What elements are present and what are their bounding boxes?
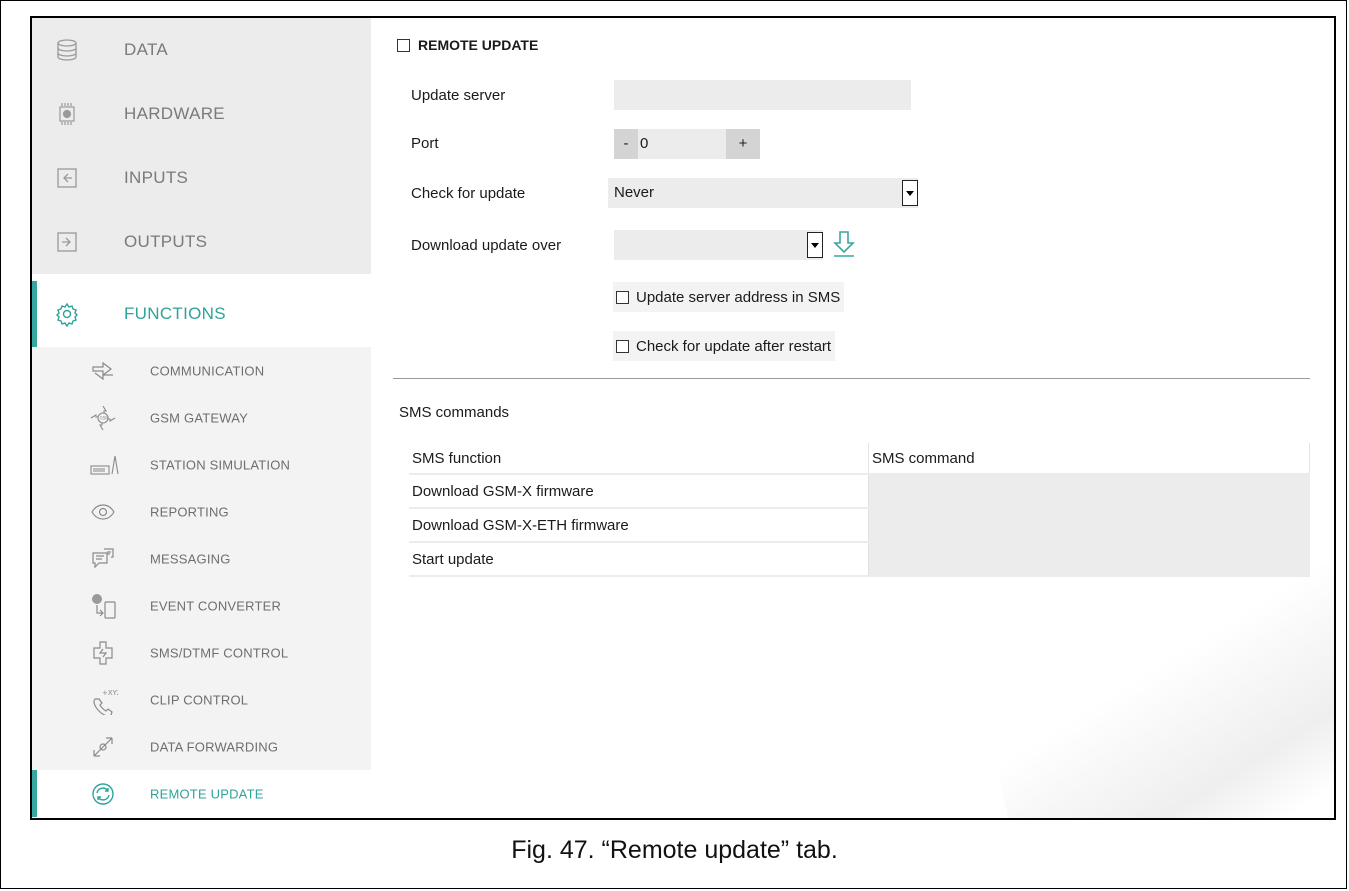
sms-commands-title: SMS commands bbox=[399, 404, 510, 421]
sms-command-cell[interactable] bbox=[868, 474, 1310, 509]
chevron-down-icon[interactable] bbox=[807, 232, 823, 258]
sidebar-item-communication[interactable]: COMMUNICATION bbox=[32, 347, 371, 394]
sidebar-item-remote-update[interactable]: REMOTE UPDATE bbox=[32, 770, 371, 817]
restart-check-checkbox[interactable] bbox=[616, 339, 629, 353]
update-server-input[interactable] bbox=[614, 80, 911, 110]
sms-address-checkbox-row[interactable]: Update server address in SMS bbox=[613, 282, 845, 312]
active-indicator bbox=[32, 770, 37, 817]
sidebar-item-outputs[interactable]: OUTPUTS bbox=[32, 210, 371, 274]
input-icon bbox=[54, 165, 80, 191]
sms-address-label: Update server address in SMS bbox=[636, 288, 841, 306]
sms-function-cell: Download GSM-X-ETH firmware bbox=[409, 508, 869, 543]
event-converter-icon bbox=[90, 593, 116, 619]
port-decrement-button[interactable]: - bbox=[614, 129, 638, 159]
sidebar-item-sms-dtmf-control[interactable]: SMS/DTMF CONTROL bbox=[32, 629, 371, 676]
svg-text:GSM: GSM bbox=[100, 415, 110, 420]
remote-update-header[interactable]: REMOTE UPDATE bbox=[397, 37, 538, 53]
section-title: REMOTE UPDATE bbox=[418, 37, 539, 53]
sidebar-item-hardware[interactable]: HARDWARE bbox=[32, 82, 371, 146]
check-for-update-label: Check for update bbox=[411, 185, 526, 202]
sidebar-item-label: DATA bbox=[124, 40, 169, 59]
remote-update-checkbox[interactable] bbox=[397, 38, 410, 52]
database-icon bbox=[54, 37, 80, 63]
gear-icon bbox=[54, 301, 80, 327]
main-content: REMOTE UPDATE Update server Port - 0 + C… bbox=[371, 18, 1334, 818]
eye-icon bbox=[90, 499, 116, 525]
chip-icon bbox=[54, 101, 80, 127]
sidebar-item-label: INPUTS bbox=[124, 168, 189, 187]
refresh-icon bbox=[90, 781, 116, 807]
sidebar-item-event-converter[interactable]: EVENT CONVERTER bbox=[32, 582, 371, 629]
port-label: Port bbox=[411, 135, 439, 152]
sidebar-item-label: REPORTING bbox=[150, 504, 229, 519]
port-increment-button[interactable]: + bbox=[726, 129, 760, 159]
chevron-down-icon[interactable] bbox=[902, 180, 918, 206]
sidebar-item-reporting[interactable]: REPORTING bbox=[32, 488, 371, 535]
sidebar-item-label: OUTPUTS bbox=[124, 232, 208, 251]
sidebar-item-label: STATION SIMULATION bbox=[150, 457, 291, 472]
divider bbox=[393, 378, 1310, 379]
sms-command-cell[interactable] bbox=[868, 508, 1310, 543]
sidebar-item-functions[interactable]: FUNCTIONS bbox=[32, 281, 371, 347]
table-row: Download GSM-X firmware bbox=[409, 474, 1310, 509]
sms-address-checkbox[interactable] bbox=[616, 290, 629, 304]
restart-check-checkbox-row[interactable]: Check for update after restart bbox=[613, 331, 836, 361]
sidebar-item-label: SMS/DTMF CONTROL bbox=[150, 645, 289, 660]
sidebar: DATA HARDWARE INPUTS OUTPUTS FUNCTIONS C… bbox=[32, 18, 371, 818]
download-arrow-icon[interactable] bbox=[832, 230, 856, 258]
restart-check-label: Check for update after restart bbox=[636, 337, 832, 355]
download-update-select[interactable] bbox=[614, 230, 823, 260]
data-forwarding-icon bbox=[90, 734, 116, 760]
sms-function-cell: Start update bbox=[409, 542, 869, 577]
clip-control-icon: +XYZ bbox=[90, 687, 118, 715]
sidebar-item-label: HARDWARE bbox=[124, 104, 225, 123]
message-icon bbox=[90, 546, 116, 572]
sidebar-item-label: GSM GATEWAY bbox=[150, 410, 249, 425]
sidebar-item-label: MESSAGING bbox=[150, 551, 231, 566]
sidebar-item-inputs[interactable]: INPUTS bbox=[32, 146, 371, 210]
gsm-gateway-icon: GSM bbox=[90, 405, 116, 431]
sidebar-item-data[interactable]: DATA bbox=[32, 18, 371, 82]
output-icon bbox=[54, 229, 80, 255]
app-window: DATA HARDWARE INPUTS OUTPUTS FUNCTIONS C… bbox=[30, 16, 1336, 820]
sidebar-item-clip-control[interactable]: +XYZ CLIP CONTROL bbox=[32, 676, 371, 723]
communication-icon bbox=[90, 358, 116, 384]
sidebar-item-label: FUNCTIONS bbox=[124, 304, 226, 323]
sidebar-item-label: EVENT CONVERTER bbox=[150, 598, 282, 613]
figure-caption: Fig. 47. “Remote update” tab. bbox=[511, 836, 838, 864]
svg-text:+XYZ: +XYZ bbox=[102, 689, 118, 697]
check-for-update-select[interactable]: Never bbox=[608, 178, 918, 208]
download-update-label: Download update over bbox=[411, 237, 562, 254]
table-header-row: SMS function SMS command bbox=[409, 443, 1310, 475]
sms-command-cell[interactable] bbox=[868, 542, 1310, 577]
sidebar-item-messaging[interactable]: MESSAGING bbox=[32, 535, 371, 582]
sidebar-item-label: DATA FORWARDING bbox=[150, 739, 279, 754]
sidebar-item-label: REMOTE UPDATE bbox=[150, 786, 264, 801]
sidebar-item-gsm-gateway[interactable]: GSM GSM GATEWAY bbox=[32, 394, 371, 441]
sidebar-item-data-forwarding[interactable]: DATA FORWARDING bbox=[32, 723, 371, 770]
sms-function-cell: Download GSM-X firmware bbox=[409, 474, 869, 509]
update-server-label: Update server bbox=[411, 87, 506, 104]
station-simulation-icon bbox=[90, 452, 119, 478]
port-input[interactable]: 0 bbox=[638, 129, 726, 159]
sms-commands-table: SMS function SMS command Download GSM-X … bbox=[409, 443, 1310, 577]
column-header-sms-function: SMS function bbox=[409, 443, 869, 475]
table-row: Start update bbox=[409, 542, 1310, 577]
sidebar-item-label: CLIP CONTROL bbox=[150, 692, 249, 707]
sms-dtmf-icon bbox=[90, 640, 116, 666]
sidebar-item-station-simulation[interactable]: STATION SIMULATION bbox=[32, 441, 371, 488]
table-row: Download GSM-X-ETH firmware bbox=[409, 508, 1310, 543]
sidebar-item-label: COMMUNICATION bbox=[150, 363, 265, 378]
active-indicator bbox=[32, 281, 37, 347]
column-header-sms-command: SMS command bbox=[868, 443, 1310, 475]
